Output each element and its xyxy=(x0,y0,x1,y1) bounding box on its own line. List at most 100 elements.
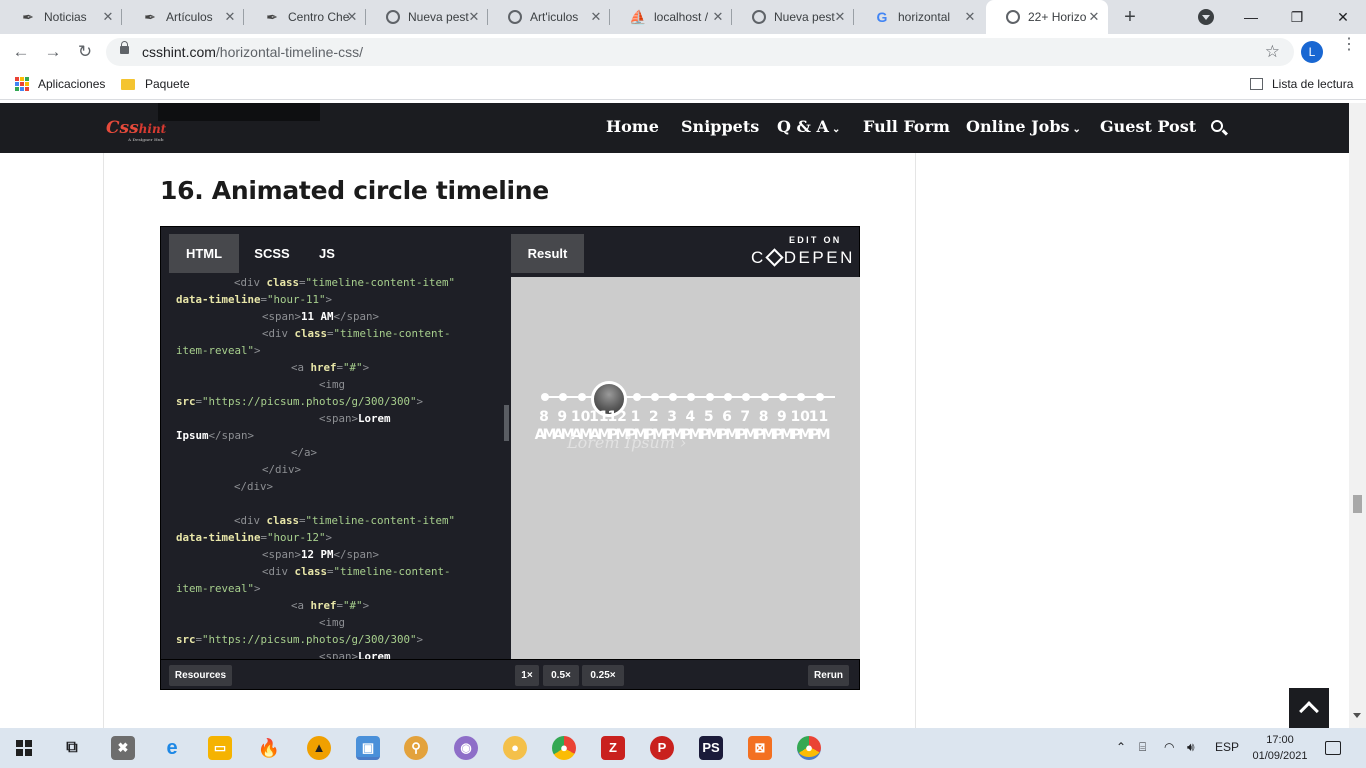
tab-search-icon[interactable] xyxy=(1198,9,1214,25)
phpstorm-icon[interactable]: PS xyxy=(699,736,723,760)
reload-icon[interactable]: ↻ xyxy=(74,41,96,63)
timeline-dot[interactable] xyxy=(760,393,769,401)
timeline-dot[interactable] xyxy=(705,393,714,401)
tab-js[interactable]: JS xyxy=(305,234,349,273)
timeline-dot[interactable] xyxy=(742,393,751,401)
back-arrow-icon[interactable]: ← xyxy=(10,41,32,63)
timeline-dot[interactable] xyxy=(559,393,568,401)
minimize-button[interactable]: — xyxy=(1228,4,1274,30)
close-window-button[interactable]: ✕ xyxy=(1320,4,1366,30)
tab-centro[interactable]: ✒ Centro Che ✕ xyxy=(244,0,366,34)
forward-arrow-icon[interactable]: → xyxy=(42,41,64,63)
timeline-dot[interactable] xyxy=(724,393,732,401)
editor-scrollbar[interactable] xyxy=(504,405,509,441)
nav-qa[interactable]: Q & A ⌄ xyxy=(777,117,840,136)
tab-articulos[interactable]: ✒ Artículos ✕ xyxy=(122,0,244,34)
restore-button[interactable]: ❐ xyxy=(1274,4,1320,30)
tab-articulos-2[interactable]: Art'iculos ✕ xyxy=(488,0,610,34)
tab-horizontal[interactable]: G horizontal ✕ xyxy=(854,0,984,34)
nav-online-jobs[interactable]: Online Jobs ⌄ xyxy=(966,117,1081,136)
chrome-profile-icon[interactable]: ● xyxy=(797,736,821,760)
network-wired-icon[interactable]: ⌸ xyxy=(1139,740,1146,755)
tab-result[interactable]: Result xyxy=(511,234,584,273)
rerun-button[interactable]: Rerun xyxy=(808,665,849,686)
codepen-logo[interactable]: C DEPEN xyxy=(751,248,855,268)
nav-snippets[interactable]: Snippets xyxy=(681,117,759,136)
timeline-dot[interactable] xyxy=(577,393,586,401)
task-view-icon[interactable]: ⧉ xyxy=(60,736,84,760)
code-editor[interactable]: <div class="timeline-content-item" data-… xyxy=(161,277,511,659)
resources-button[interactable]: Resources xyxy=(169,665,232,686)
bookmark-paquete[interactable]: Paquete xyxy=(121,77,190,91)
volume-icon[interactable]: 🔊︎ xyxy=(1187,740,1195,755)
timeline-dot[interactable] xyxy=(815,393,824,401)
language-indicator[interactable]: ESP xyxy=(1215,740,1239,754)
close-icon[interactable]: ✕ xyxy=(222,9,238,25)
scroll-down-arrow-icon[interactable] xyxy=(1353,713,1361,718)
code-line: <img xyxy=(319,378,346,391)
chevron-down-icon: ⌄ xyxy=(1072,124,1081,135)
windows-start-icon[interactable] xyxy=(16,740,32,756)
profile-avatar[interactable]: L xyxy=(1301,41,1323,63)
bookmark-star-icon[interactable]: ☆ xyxy=(1265,42,1280,62)
wifi-icon[interactable]: ◠ xyxy=(1164,740,1174,754)
close-icon[interactable]: ✕ xyxy=(588,9,604,25)
xampp-icon[interactable]: ⊠ xyxy=(748,736,772,760)
url-text[interactable]: csshint.com/horizontal-timeline-css/ xyxy=(142,44,363,60)
zoom-025x-button[interactable]: 0.25× xyxy=(582,665,624,686)
tab-noticias[interactable]: ✒ Noticias ✕ xyxy=(0,0,122,34)
timeline-dot[interactable] xyxy=(797,393,806,401)
nav-guest-post[interactable]: Guest Post xyxy=(1100,117,1196,136)
close-icon[interactable]: ✕ xyxy=(1086,9,1102,25)
close-icon[interactable]: ✕ xyxy=(344,9,360,25)
browser-menu-icon[interactable]: ⋮ xyxy=(1341,37,1357,53)
timeline-dot[interactable] xyxy=(669,393,678,401)
zoom-1x-button[interactable]: 1× xyxy=(515,665,539,686)
nav-home[interactable]: Home xyxy=(606,117,659,136)
timeline-dot[interactable] xyxy=(541,393,549,401)
timeline-dot[interactable] xyxy=(778,393,787,401)
reading-list-button[interactable]: Lista de lectura xyxy=(1250,77,1353,91)
app-circle-icon[interactable]: ◉ xyxy=(454,736,478,760)
close-icon[interactable]: ✕ xyxy=(832,9,848,25)
app-p-icon[interactable]: P xyxy=(650,736,674,760)
close-icon[interactable]: ✕ xyxy=(710,9,726,25)
zoom-05x-button[interactable]: 0.5× xyxy=(543,665,579,686)
tab-22-horizontal-active[interactable]: 22+ Horizo ✕ xyxy=(986,0,1108,34)
screen-recorder-icon[interactable]: ▣ xyxy=(356,736,380,760)
timeline-dot[interactable] xyxy=(632,393,641,401)
page-scroll-thumb[interactable] xyxy=(1353,495,1362,513)
firebase-icon[interactable]: 🔥 xyxy=(257,736,281,760)
tab-nueva-1[interactable]: Nueva pest ✕ xyxy=(366,0,488,34)
vlc-like-icon[interactable]: ▲ xyxy=(307,736,331,760)
back-to-top-button[interactable] xyxy=(1289,688,1329,728)
tab-html[interactable]: HTML xyxy=(169,234,239,273)
reveal-link[interactable]: Lorem Ipsum › xyxy=(567,433,686,452)
close-icon[interactable]: ✕ xyxy=(962,9,978,25)
search-icon[interactable] xyxy=(1211,120,1223,132)
close-icon[interactable]: ✕ xyxy=(100,9,116,25)
tab-localhost[interactable]: ⛵ localhost / ✕ xyxy=(610,0,732,34)
notifications-icon[interactable] xyxy=(1325,741,1341,755)
timeline-dot[interactable] xyxy=(687,393,696,401)
app-x-icon[interactable]: ✖ xyxy=(111,736,135,760)
filezilla-icon[interactable]: Z xyxy=(601,736,625,760)
edge-icon[interactable]: e xyxy=(160,736,184,760)
edit-on-label[interactable]: EDIT ON xyxy=(789,235,842,245)
system-clock[interactable]: 17:00 01/09/2021 xyxy=(1250,732,1310,764)
site-logo[interactable]: Csshint A Designer Hub xyxy=(106,118,166,142)
file-explorer-icon[interactable]: ▭ xyxy=(208,736,232,760)
nav-full-form[interactable]: Full Form xyxy=(863,117,950,136)
tab-nueva-2[interactable]: Nueva pest ✕ xyxy=(732,0,854,34)
close-icon[interactable]: ✕ xyxy=(466,9,482,25)
bookmark-apps[interactable]: Aplicaciones xyxy=(15,77,105,91)
address-bar[interactable]: csshint.com/horizontal-timeline-css/ ☆ xyxy=(106,38,1294,66)
page-scrollbar[interactable] xyxy=(1349,103,1366,728)
tab-scss[interactable]: SCSS xyxy=(239,234,305,273)
tray-chevron-up-icon[interactable]: ⌃ xyxy=(1116,740,1126,754)
new-tab-button[interactable]: + xyxy=(1118,5,1142,29)
app-yellow-icon[interactable]: ● xyxy=(503,736,527,760)
chrome-icon[interactable]: ● xyxy=(552,736,576,760)
timeline-dot[interactable] xyxy=(650,393,659,401)
search-tool-icon[interactable]: ⚲ xyxy=(404,736,428,760)
